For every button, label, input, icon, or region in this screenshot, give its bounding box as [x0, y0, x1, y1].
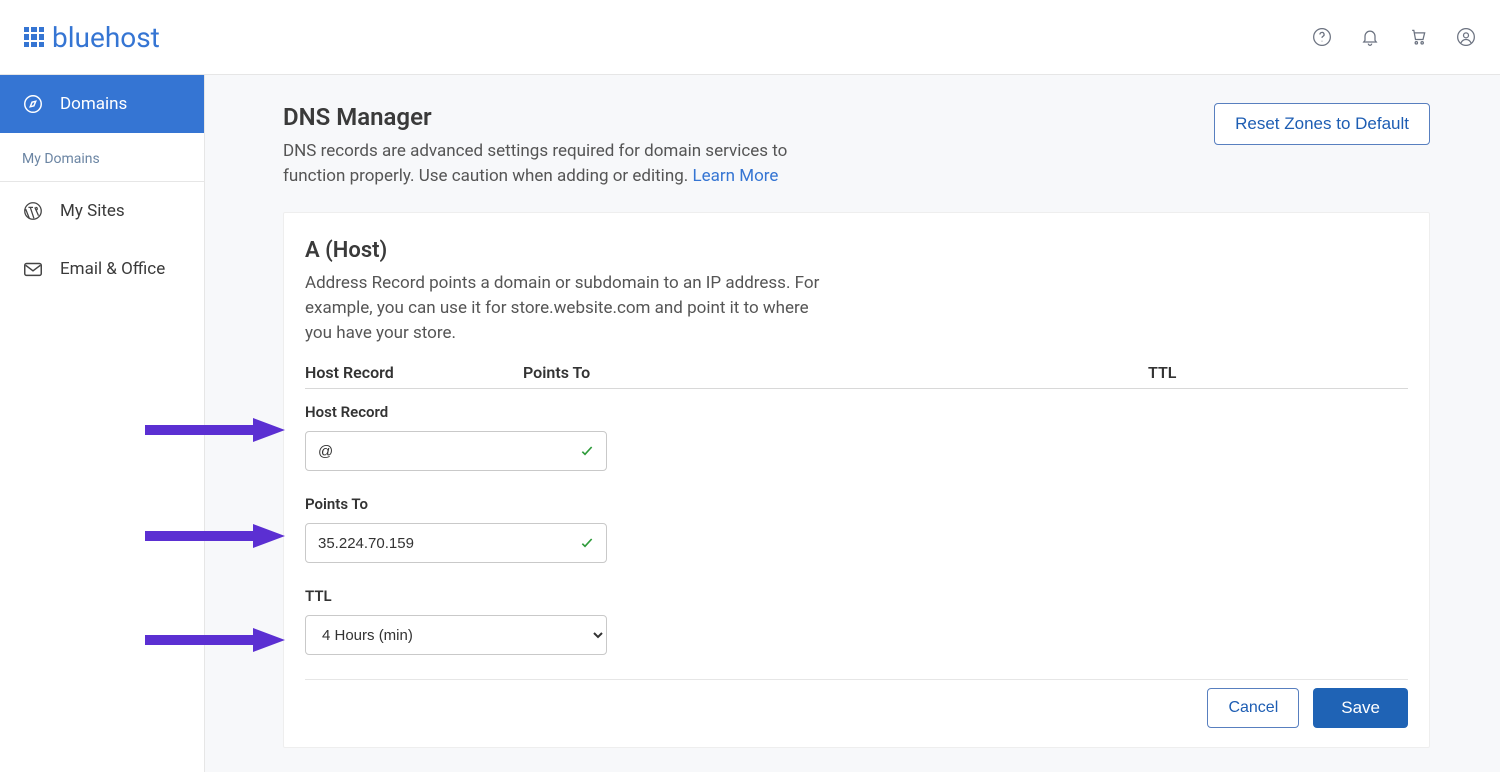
check-icon [579, 535, 595, 551]
sidebar-item-email-office[interactable]: Email & Office [0, 240, 204, 298]
card-title: A (Host) [305, 238, 1408, 263]
page-header: DNS Manager DNS records are advanced set… [283, 103, 1430, 188]
reset-zones-button[interactable]: Reset Zones to Default [1214, 103, 1430, 145]
page-description: DNS records are advanced settings requir… [283, 139, 843, 188]
mail-icon [22, 258, 44, 280]
account-icon[interactable] [1456, 27, 1476, 47]
main-content: DNS Manager DNS records are advanced set… [205, 75, 1500, 772]
col-host-record: Host Record [305, 363, 523, 382]
page-title: DNS Manager [283, 103, 843, 131]
host-record-field: Host Record [305, 403, 1408, 471]
check-icon [579, 443, 595, 459]
sidebar-label: Email & Office [60, 259, 165, 279]
compass-icon [22, 93, 44, 115]
sidebar: Domains My Domains My Sites Email & Offi… [0, 75, 205, 772]
cart-icon[interactable] [1408, 27, 1428, 47]
points-to-label: Points To [305, 495, 1408, 513]
cancel-button[interactable]: Cancel [1207, 688, 1299, 728]
points-to-input[interactable] [305, 523, 607, 563]
sidebar-sub-my-domains[interactable]: My Domains [0, 133, 204, 182]
sidebar-label: Domains [60, 94, 127, 114]
host-record-input[interactable] [305, 431, 607, 471]
card-description: Address Record points a domain or subdom… [305, 271, 835, 345]
col-points-to: Points To [523, 363, 1148, 382]
learn-more-link[interactable]: Learn More [692, 166, 778, 186]
sidebar-item-domains[interactable]: Domains [0, 75, 204, 133]
ttl-select[interactable]: 4 Hours (min) [305, 615, 607, 655]
column-header-row: Host Record Points To TTL [305, 363, 1408, 389]
col-ttl: TTL [1148, 363, 1408, 382]
card-footer: Cancel Save [305, 679, 1408, 728]
wordpress-icon [22, 200, 44, 222]
ttl-label: TTL [305, 587, 1408, 605]
brand-logo[interactable]: bluehost [24, 21, 160, 54]
save-button[interactable]: Save [1313, 688, 1408, 728]
points-to-field: Points To [305, 495, 1408, 563]
sidebar-item-my-sites[interactable]: My Sites [0, 182, 204, 240]
ttl-field: TTL 4 Hours (min) [305, 587, 1408, 655]
a-host-card: A (Host) Address Record points a domain … [283, 212, 1430, 748]
brand-name: bluehost [52, 21, 160, 54]
sidebar-label: My Sites [60, 201, 125, 221]
logo-grid-icon [24, 27, 44, 47]
host-record-label: Host Record [305, 403, 1408, 421]
help-icon[interactable] [1312, 27, 1332, 47]
app-header: bluehost [0, 0, 1500, 75]
bell-icon[interactable] [1360, 27, 1380, 47]
header-actions [1312, 27, 1476, 47]
